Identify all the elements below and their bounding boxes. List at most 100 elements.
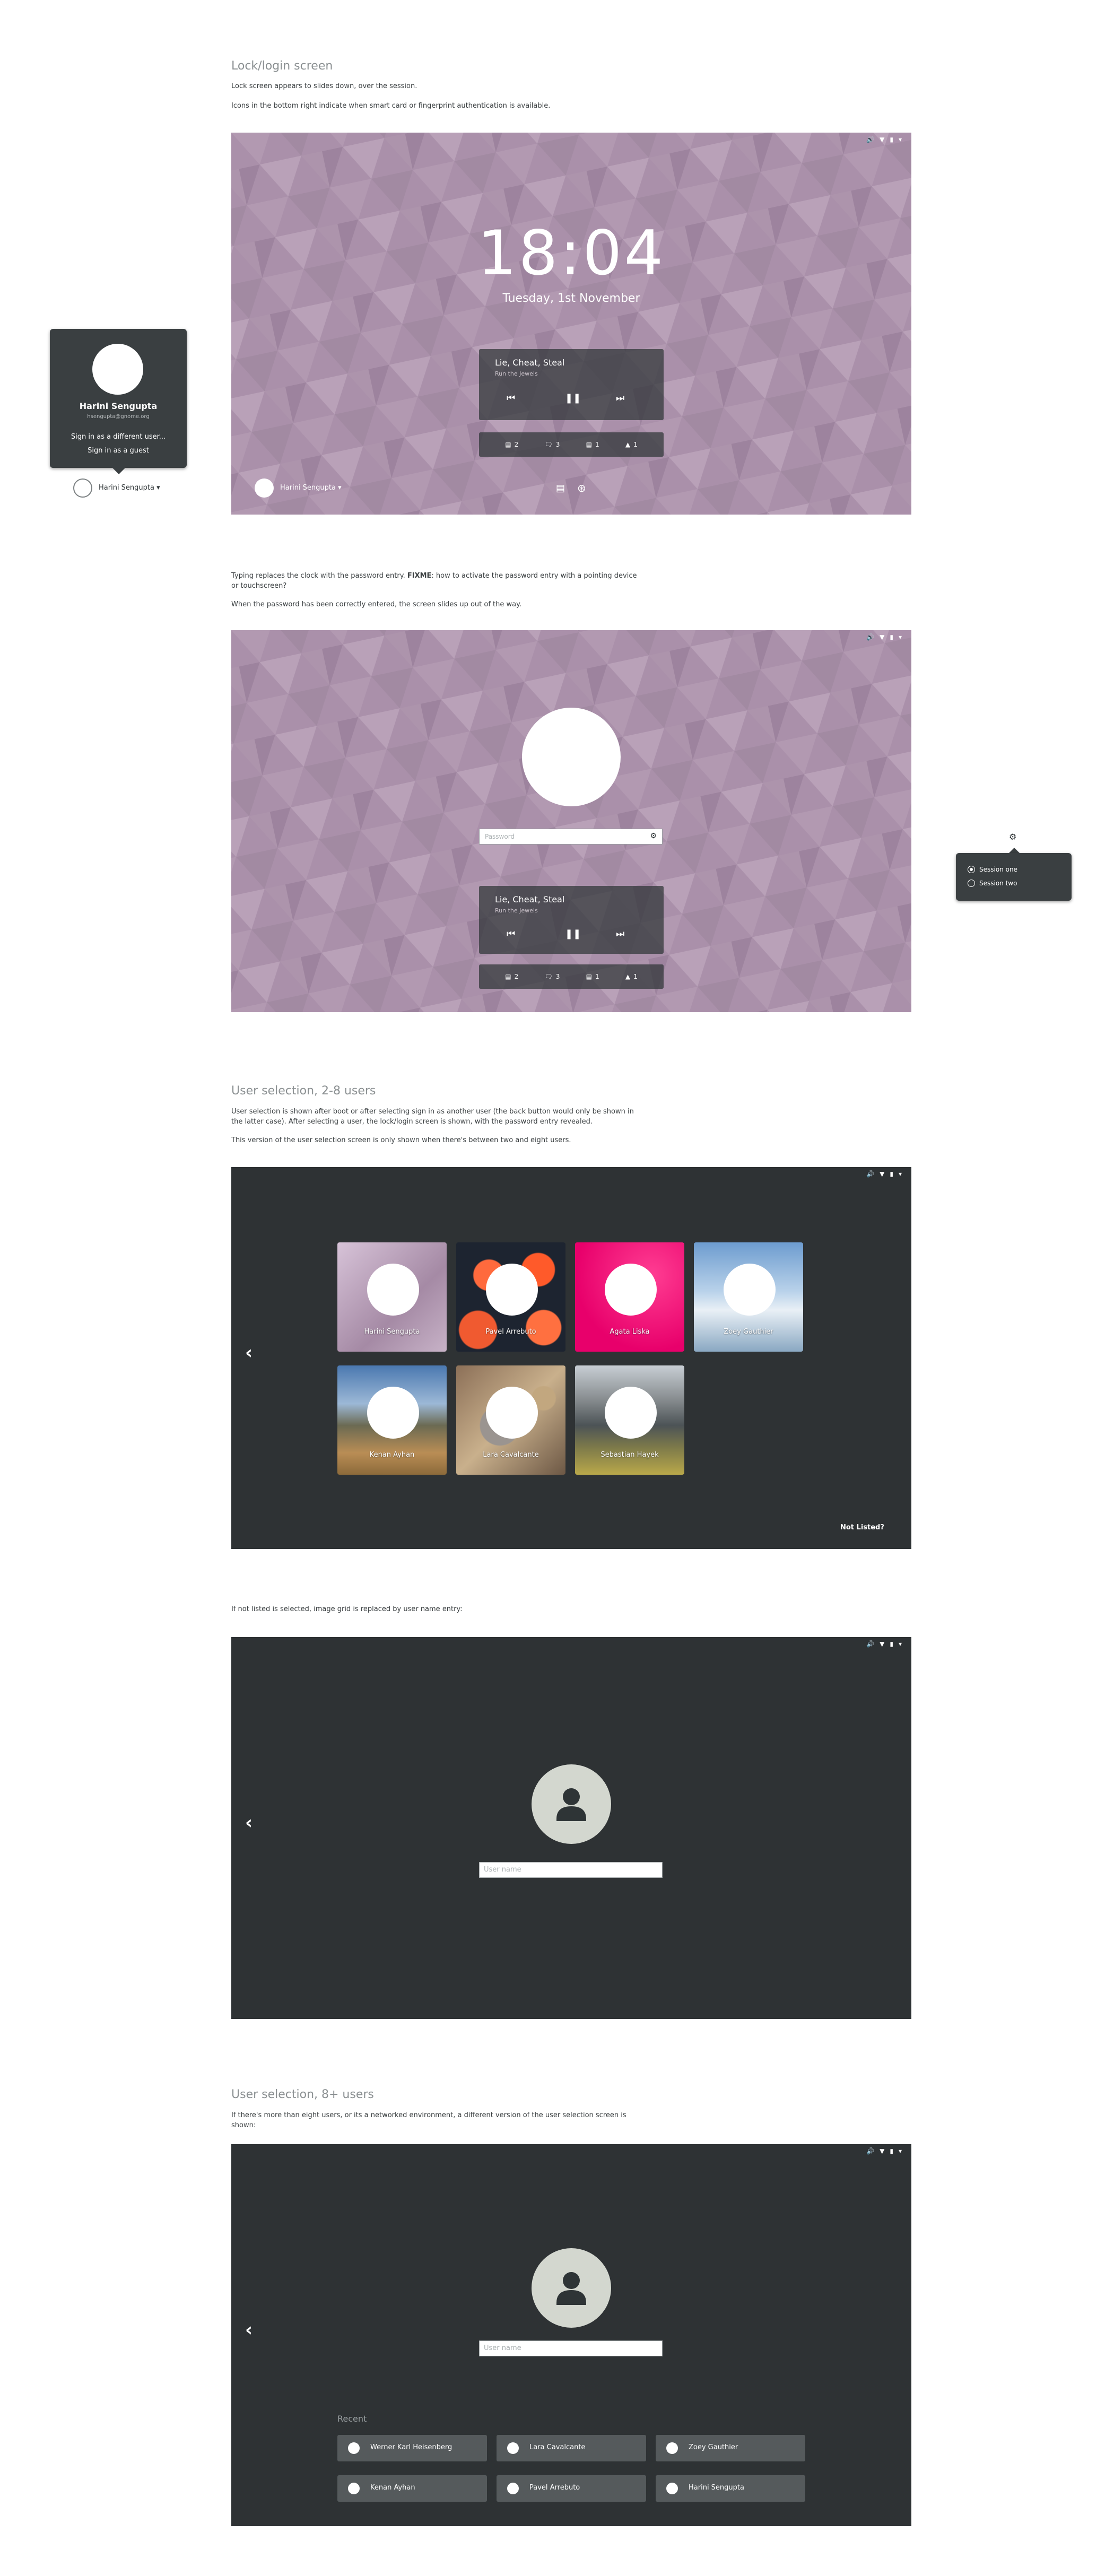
section-paragraph: User selection is shown after boot or af… <box>231 1108 634 1126</box>
battery-icon[interactable]: ▮ <box>890 633 893 641</box>
avatar <box>507 2442 519 2454</box>
notif-mail[interactable]: ▤ 2 <box>505 441 518 448</box>
user-tile[interactable]: Pavel Arrebuto <box>456 1242 565 1352</box>
pause-icon[interactable]: ❚❚ <box>565 393 581 404</box>
wifi-icon[interactable]: ▼ <box>880 633 884 641</box>
chevron-down-icon[interactable]: ▾ <box>899 633 902 641</box>
fingerprint-icon: ⊛ <box>577 482 586 494</box>
clipboard-icon: ▲ <box>625 441 631 448</box>
avatar <box>532 1764 611 1844</box>
notif-chat[interactable]: 🗨 3 <box>544 973 560 980</box>
user-tile[interactable]: Kenan Ayhan <box>337 1365 447 1475</box>
chevron-down-icon: ▾ <box>156 484 160 492</box>
recent-user[interactable]: Kenan Ayhan <box>337 2475 487 2502</box>
chevron-down-icon[interactable]: ▾ <box>899 136 902 143</box>
pause-icon[interactable]: ❚❚ <box>565 928 581 939</box>
song-title: Lie, Cheat, Steal <box>495 358 565 368</box>
avatar <box>348 2442 360 2454</box>
session-option-two[interactable]: Session two <box>968 880 1017 887</box>
gear-icon[interactable]: ⚙ <box>1009 832 1016 842</box>
top-bar: 🔊 ▼ ▮ ▾ <box>866 133 911 146</box>
wallpaper <box>231 630 911 1012</box>
artist-name: Run the Jewels <box>495 907 538 914</box>
notif-chat[interactable]: 🗨 3 <box>544 441 560 448</box>
wifi-icon[interactable]: ▼ <box>880 1640 884 1648</box>
back-icon[interactable]: ‹ <box>245 2319 253 2340</box>
volume-icon[interactable]: 🔊 <box>866 136 874 143</box>
session-popover: Session one Session two <box>956 853 1072 901</box>
notif-mail[interactable]: ▤ 2 <box>505 973 518 980</box>
notif-document[interactable]: ▤ 1 <box>586 441 599 448</box>
recent-user[interactable]: Harini Sengupta <box>656 2475 805 2502</box>
username-input[interactable]: User name <box>479 2340 663 2356</box>
chevron-down-icon[interactable]: ▾ <box>899 2147 902 2155</box>
radio-selected <box>968 866 975 873</box>
avatar <box>666 2483 678 2494</box>
previous-icon[interactable]: ⏮ <box>507 393 515 404</box>
user-tile[interactable]: Sebastian Hayek <box>575 1365 684 1475</box>
recent-user[interactable]: Lara Cavalcante <box>497 2435 646 2461</box>
battery-icon[interactable]: ▮ <box>890 136 893 143</box>
gear-icon[interactable]: ⚙ <box>650 832 657 840</box>
wallpaper <box>231 133 911 515</box>
recent-user[interactable]: Zoey Gauthier <box>656 2435 805 2461</box>
username-input[interactable]: User name <box>479 1862 663 1878</box>
user-selection-screen: 🔊 ▼ ▮ ▾ ‹ Harini Sengupta Pavel Arrebuto… <box>231 1167 911 1549</box>
wifi-icon[interactable]: ▼ <box>880 1170 884 1178</box>
avatar <box>507 2483 519 2494</box>
document-icon: ▤ <box>586 973 592 980</box>
next-icon[interactable]: ⏭ <box>616 393 624 404</box>
chevron-down-icon[interactable]: ▾ <box>899 1640 902 1648</box>
session-option-one[interactable]: Session one <box>968 866 1017 873</box>
user-tile[interactable]: Zoey Gauthier <box>694 1242 803 1352</box>
avatar <box>605 1387 657 1439</box>
battery-icon[interactable]: ▮ <box>890 1170 893 1178</box>
popover-arrow <box>111 467 126 474</box>
popover-arrow <box>1009 848 1020 853</box>
user-popover: Harini Sengupta hsengupta@gnome.org Sign… <box>50 329 187 468</box>
avatar[interactable] <box>255 478 274 498</box>
volume-icon[interactable]: 🔊 <box>866 633 874 641</box>
popover-user-trigger[interactable]: Harini Sengupta ▾ <box>99 484 160 492</box>
section-paragraph: Icons in the bottom right indicate when … <box>231 102 551 110</box>
chevron-down-icon[interactable]: ▾ <box>899 1170 902 1178</box>
next-icon[interactable]: ⏭ <box>616 928 624 939</box>
lock-screen: 🔊 ▼ ▮ ▾ 18:04 Tuesday, 1st November Lie,… <box>231 133 911 515</box>
volume-icon[interactable]: 🔊 <box>866 1640 874 1648</box>
avatar <box>367 1264 419 1316</box>
recent-user[interactable]: Pavel Arrebuto <box>497 2475 646 2502</box>
battery-icon[interactable]: ▮ <box>890 2147 893 2155</box>
avatar <box>724 1264 776 1316</box>
previous-icon[interactable]: ⏮ <box>507 928 515 939</box>
date: Tuesday, 1st November <box>502 292 640 305</box>
sign-in-guest[interactable]: Sign in as a guest <box>50 447 187 455</box>
chat-icon: 🗨 <box>544 973 553 980</box>
back-icon[interactable]: ‹ <box>245 1812 253 1833</box>
volume-icon[interactable]: 🔊 <box>866 2147 874 2155</box>
user-icon <box>556 1788 586 1821</box>
notif-document[interactable]: ▤ 1 <box>586 973 599 980</box>
back-icon[interactable]: ‹ <box>245 1342 253 1363</box>
volume-icon[interactable]: 🔊 <box>866 1170 874 1178</box>
wifi-icon[interactable]: ▼ <box>880 2147 884 2155</box>
notif-clipboard[interactable]: ▲ 1 <box>625 973 638 980</box>
notification-bar: ▤ 2 🗨 3 ▤ 1 ▲ 1 <box>479 964 664 989</box>
user-tile[interactable]: Lara Cavalcante <box>456 1365 565 1475</box>
avatar <box>666 2442 678 2454</box>
user-menu[interactable]: Harini Sengupta ▾ <box>280 484 342 492</box>
wifi-icon[interactable]: ▼ <box>880 136 884 143</box>
password-entry[interactable]: Password ⚙ <box>479 829 663 845</box>
notif-clipboard[interactable]: ▲ 1 <box>625 441 638 448</box>
document-icon: ▤ <box>586 441 592 448</box>
user-tile[interactable]: Harini Sengupta <box>337 1242 447 1352</box>
battery-icon[interactable]: ▮ <box>890 1640 893 1648</box>
avatar[interactable] <box>73 478 92 498</box>
top-bar: 🔊 ▼ ▮ ▾ <box>866 2144 911 2158</box>
user-tile[interactable]: Agata Liska <box>575 1242 684 1352</box>
recent-user[interactable]: Werner Karl Heisenberg <box>337 2435 487 2461</box>
not-listed-button[interactable]: Not Listed? <box>840 1524 884 1531</box>
sign-in-different-user[interactable]: Sign in as a different user... <box>50 433 187 441</box>
clock: 18:04 <box>477 217 666 289</box>
top-bar: 🔊 ▼ ▮ ▾ <box>866 630 911 644</box>
avatar <box>486 1264 538 1316</box>
